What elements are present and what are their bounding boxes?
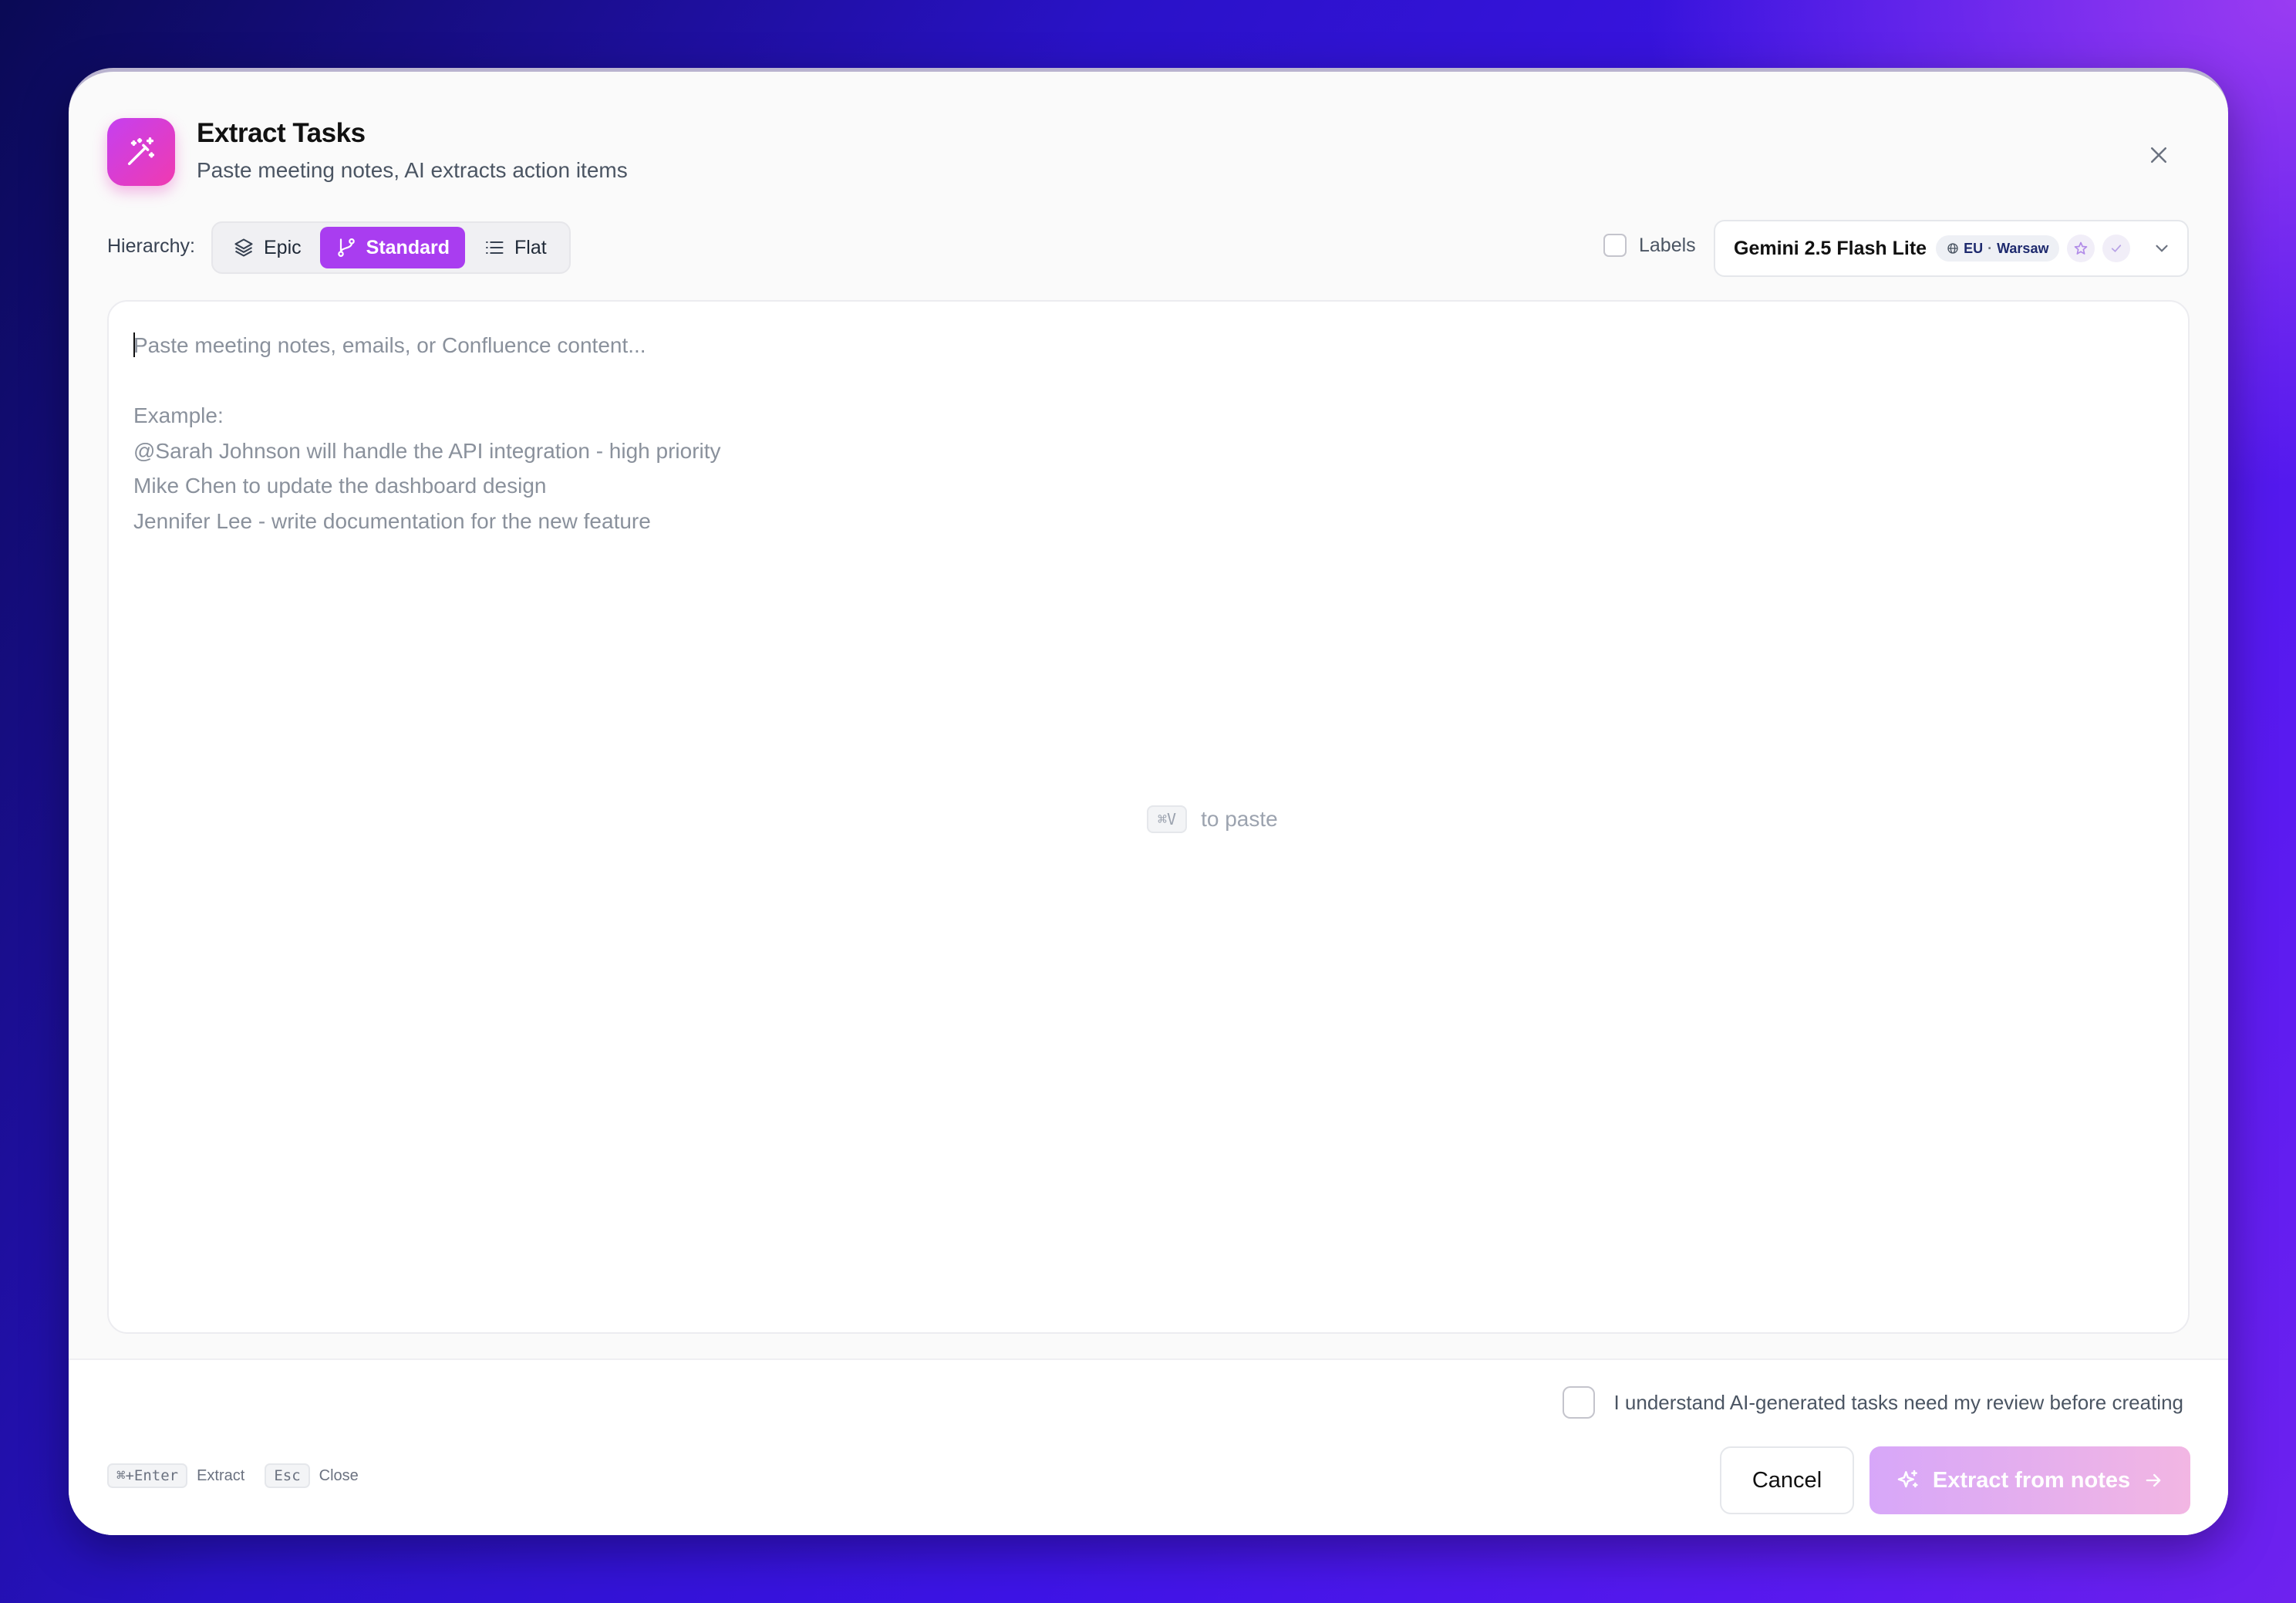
keyboard-shortcuts: ⌘+Enter Extract Esc Close [107, 1463, 369, 1488]
arrow-right-icon [2146, 1473, 2161, 1487]
hierarchy-label: Hierarchy: [107, 235, 195, 257]
check-icon [2102, 235, 2131, 262]
close-button[interactable] [2143, 140, 2174, 170]
labels-checkbox[interactable] [1603, 234, 1627, 257]
labels-label: Labels [1639, 234, 1696, 256]
cancel-button[interactable]: Cancel [1720, 1446, 1854, 1514]
paste-hint: ⌘V to paste [1147, 805, 1278, 833]
hierarchy-option-label: Standard [366, 236, 450, 258]
modal-subtitle: Paste meeting notes, AI extracts action … [197, 158, 628, 182]
hierarchy-option-label: Epic [264, 236, 302, 258]
shortcut-label: Extract [197, 1466, 245, 1484]
review-consent[interactable]: I understand AI-generated tasks need my … [1563, 1386, 2183, 1419]
extract-tasks-modal: Extract Tasks Paste meeting notes, AI ex… [69, 68, 2228, 1535]
hierarchy-option-standard[interactable]: Standard [319, 227, 465, 268]
magic-wand-icon [107, 118, 175, 186]
shortcut-key: ⌘+Enter [107, 1463, 188, 1488]
hierarchy-option-epic[interactable]: Epic [217, 227, 317, 268]
hierarchy-option-label: Flat [514, 236, 547, 258]
labels-toggle[interactable]: Labels [1603, 234, 1696, 257]
shortcut-key: Esc [265, 1463, 310, 1488]
modal-title: Extract Tasks [197, 118, 366, 148]
globe-icon [1947, 243, 1958, 254]
notes-placeholder: Paste meeting notes, emails, or Confluen… [133, 333, 721, 533]
review-consent-label: I understand AI-generated tasks need my … [1613, 1390, 2183, 1414]
layers-icon [234, 238, 253, 257]
close-icon [2151, 147, 2166, 163]
review-consent-checkbox[interactable] [1563, 1386, 1596, 1419]
model-name: Gemini 2.5 Flash Lite [1734, 237, 1927, 259]
extract-from-notes-button[interactable]: Extract from notes [1870, 1446, 2190, 1514]
extract-button-label: Extract from notes [1932, 1467, 2131, 1493]
paste-hint-text: to paste [1201, 807, 1278, 831]
hierarchy-selector: Epic Standard Flat [211, 221, 571, 274]
shortcut-label: Close [319, 1466, 359, 1484]
notes-textarea[interactable]: Paste meeting notes, emails, or Confluen… [107, 300, 2190, 1334]
chevron-down-icon [2152, 238, 2172, 258]
region-separator: · [1988, 240, 1993, 256]
region-city: Warsaw [1997, 240, 2049, 256]
paste-shortcut-key: ⌘V [1147, 805, 1188, 833]
hierarchy-option-flat[interactable]: Flat [468, 227, 562, 268]
region-code: EU [1964, 240, 1984, 256]
favorite-star-icon[interactable] [2067, 235, 2095, 262]
region-badge: EU · Warsaw [1936, 235, 2060, 262]
modal-footer: I understand AI-generated tasks need my … [69, 1358, 2228, 1535]
sparkles-icon [1897, 1470, 1918, 1488]
git-branch-icon [337, 238, 355, 257]
model-selector[interactable]: Gemini 2.5 Flash Lite EU · Warsaw [1714, 220, 2189, 277]
list-icon [486, 241, 504, 255]
